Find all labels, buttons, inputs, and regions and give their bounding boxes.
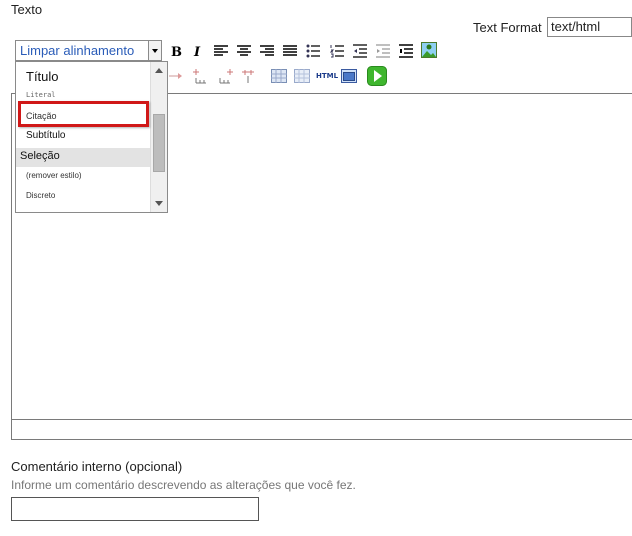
align-left-button[interactable]	[213, 43, 229, 59]
dropdown-item-remover-estilo[interactable]: (remover estilo)	[16, 169, 150, 187]
indent-icon	[376, 44, 390, 58]
blockquote-button[interactable]	[398, 43, 414, 59]
align-center-icon	[237, 45, 251, 56]
dropdown-item-label: Subtítulo	[26, 130, 66, 141]
chevron-down-icon[interactable]	[148, 41, 161, 60]
italic-button[interactable]: I	[190, 43, 206, 59]
numbered-list-icon	[330, 45, 344, 58]
html-source-label: HTML	[315, 72, 339, 80]
blockquote-icon	[399, 44, 413, 58]
scrollbar-thumb[interactable]	[153, 114, 165, 172]
svg-text:B: B	[171, 45, 182, 58]
image-icon	[421, 42, 437, 58]
bold-icon: B	[171, 45, 182, 58]
table-props-button[interactable]	[294, 68, 310, 84]
scroll-up-icon[interactable]	[155, 68, 163, 73]
justify-icon	[283, 45, 297, 56]
style-select[interactable]: Limpar alinhamento	[15, 40, 162, 61]
dropdown-item-label: Título	[26, 69, 59, 84]
preview-button[interactable]	[367, 66, 387, 86]
text-format-label: Text Format	[473, 20, 542, 35]
dropdown-item-label: (remover estilo)	[26, 171, 82, 180]
table-col-after-icon	[219, 69, 233, 84]
outdent-button[interactable]	[352, 43, 368, 59]
dropdown-item-label: Literal	[26, 91, 56, 99]
align-left-icon	[214, 45, 228, 56]
texto-label: Texto	[11, 2, 43, 17]
table-delete-col-icon	[242, 70, 254, 83]
scroll-down-icon[interactable]	[155, 201, 163, 206]
editor-statusbar	[11, 419, 632, 440]
table-col-after-button[interactable]	[218, 68, 234, 84]
dropdown-item-subtitulo[interactable]: Subtítulo	[16, 128, 150, 146]
italic-icon: I	[193, 45, 201, 58]
indent-button[interactable]	[375, 43, 391, 59]
highlight-box	[18, 101, 149, 127]
justify-button[interactable]	[282, 43, 298, 59]
outdent-icon	[353, 44, 367, 58]
table-col-before-button[interactable]	[192, 68, 208, 84]
comment-label: Comentário interno (opcional)	[11, 459, 183, 474]
table-props-icon	[294, 69, 310, 83]
text-format-input[interactable]: text/html	[547, 17, 632, 37]
numbered-list-button[interactable]	[329, 43, 345, 59]
table-row-after-button[interactable]	[168, 68, 184, 84]
fullscreen-icon	[341, 69, 357, 83]
bullet-list-icon	[306, 44, 320, 58]
table-icon	[271, 69, 287, 83]
style-select-value: Limpar alinhamento	[20, 43, 135, 58]
style-dropdown[interactable]: Título Literal Citação Subtítulo Seleção…	[15, 61, 168, 213]
dropdown-item-discreto[interactable]: Discreto	[16, 189, 150, 207]
comment-input[interactable]	[11, 497, 259, 521]
table-button[interactable]	[271, 68, 287, 84]
dropdown-item-titulo[interactable]: Título	[16, 66, 150, 88]
dropdown-item-label: Seleção	[20, 150, 60, 162]
play-icon	[367, 66, 387, 86]
align-right-icon	[260, 45, 274, 56]
insert-image-button[interactable]	[421, 42, 437, 58]
svg-text:I: I	[193, 45, 201, 58]
table-row-icon	[169, 73, 182, 79]
fullscreen-button[interactable]	[341, 68, 357, 84]
table-delete-col-button[interactable]	[241, 68, 257, 84]
dropdown-item-label: Discreto	[26, 191, 56, 200]
dropdown-scrollbar[interactable]	[150, 62, 167, 212]
html-source-button[interactable]: HTML	[316, 68, 338, 84]
dropdown-item-selecao[interactable]: Seleção	[16, 148, 150, 167]
align-center-button[interactable]	[236, 43, 252, 59]
table-col-icon	[193, 69, 206, 84]
text-format-value: text/html	[551, 19, 601, 34]
comment-hint: Informe um comentário descrevendo as alt…	[11, 478, 356, 492]
align-right-button[interactable]	[259, 43, 275, 59]
bullet-list-button[interactable]	[305, 43, 321, 59]
bold-button[interactable]: B	[168, 43, 184, 59]
